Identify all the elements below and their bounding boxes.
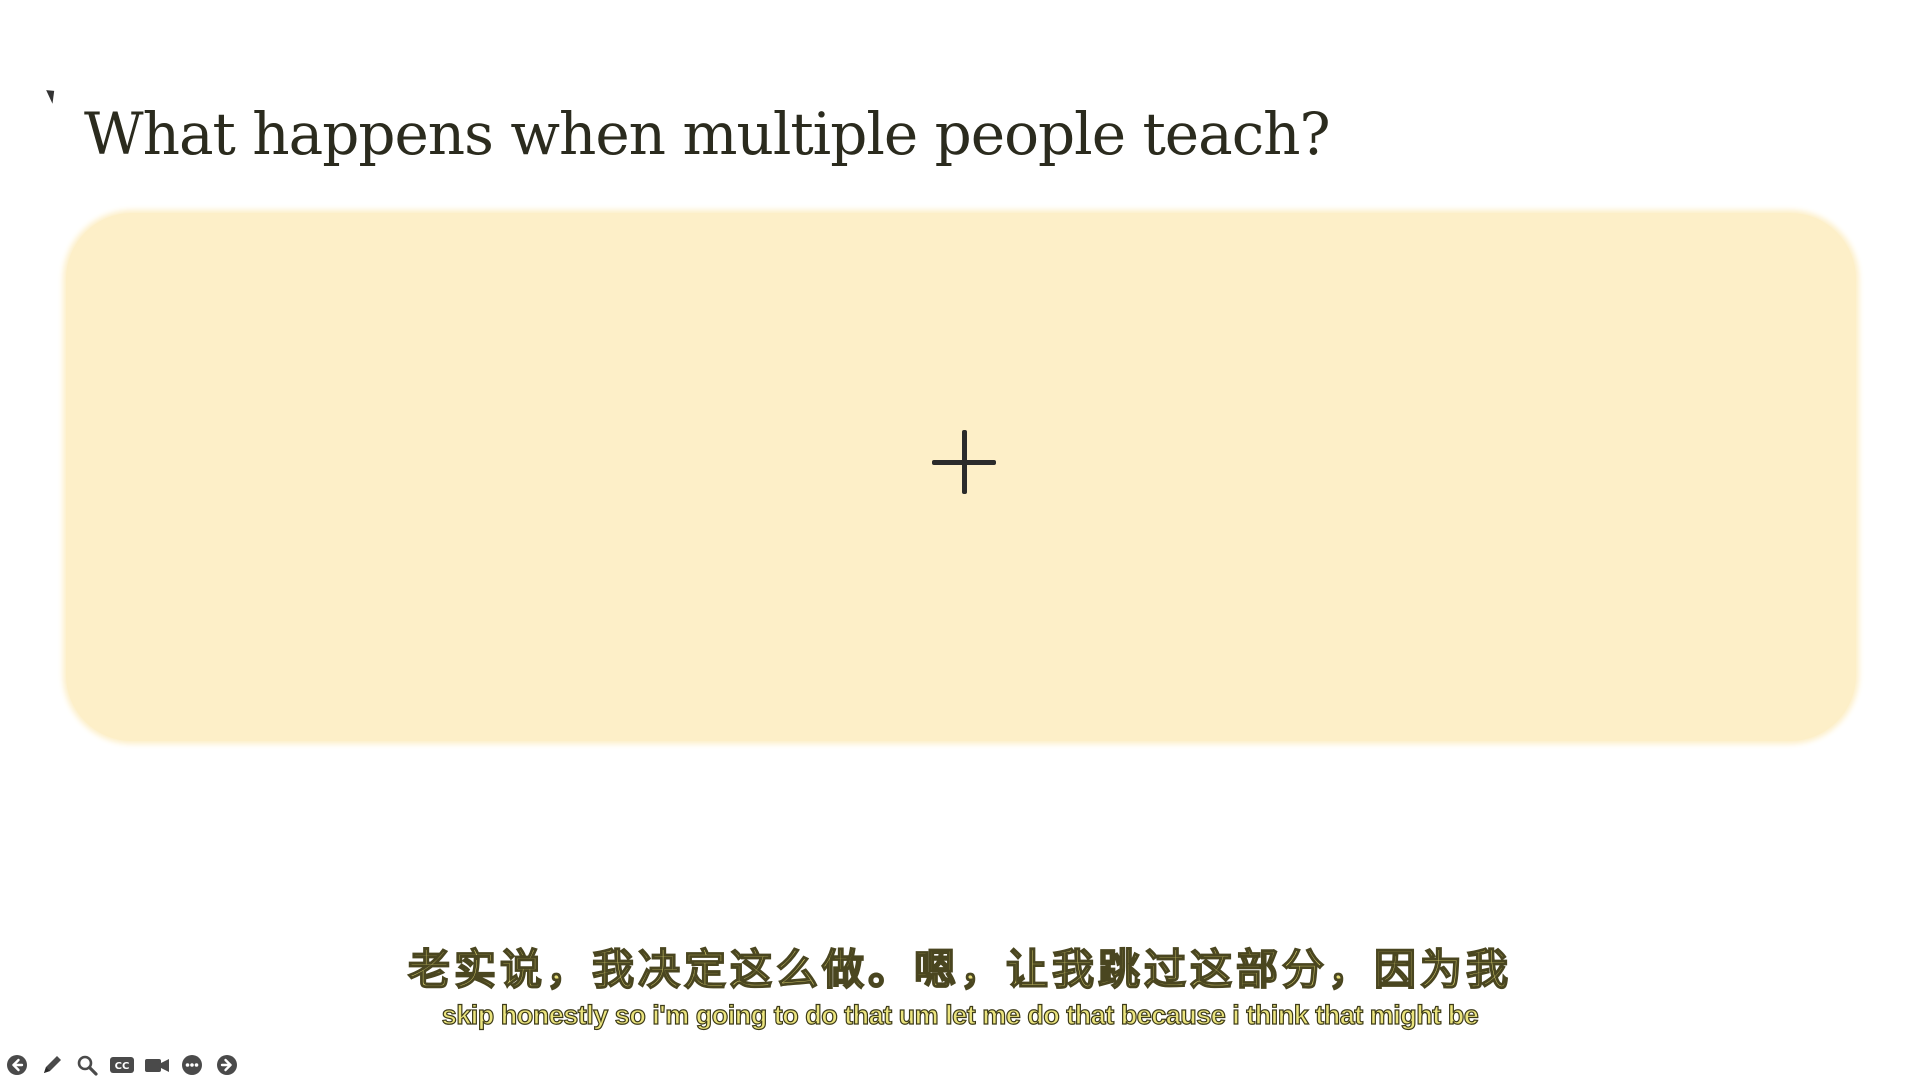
more-options-button[interactable]: [179, 1052, 205, 1078]
plus-icon[interactable]: [932, 430, 996, 494]
slide-title: What happens when multiple people teach?: [84, 100, 1331, 168]
pen-button[interactable]: [39, 1052, 65, 1078]
previous-slide-icon: [7, 1055, 27, 1075]
camera-icon: [145, 1059, 169, 1072]
closed-captions-label: CC: [115, 1061, 130, 1072]
previous-slide-button[interactable]: [4, 1052, 30, 1078]
closed-captions-icon: CC: [110, 1057, 134, 1073]
zoom-button[interactable]: [74, 1052, 100, 1078]
mouse-cursor-icon: [46, 87, 59, 104]
closed-captions-button[interactable]: CC: [109, 1052, 135, 1078]
more-options-icon: [182, 1055, 202, 1075]
presentation-toolbar: CC: [4, 1052, 240, 1078]
camera-button[interactable]: [144, 1052, 170, 1078]
next-slide-button[interactable]: [214, 1052, 240, 1078]
zoom-icon: [77, 1055, 98, 1076]
pen-icon: [44, 1056, 61, 1073]
subtitle-english: skip honestly so i'm going to do that um…: [441, 999, 1479, 1030]
subtitle-chinese: 老实说，我决定这么做。嗯，让我跳过这部分，因为我: [407, 944, 1512, 995]
next-slide-icon: [217, 1055, 237, 1075]
